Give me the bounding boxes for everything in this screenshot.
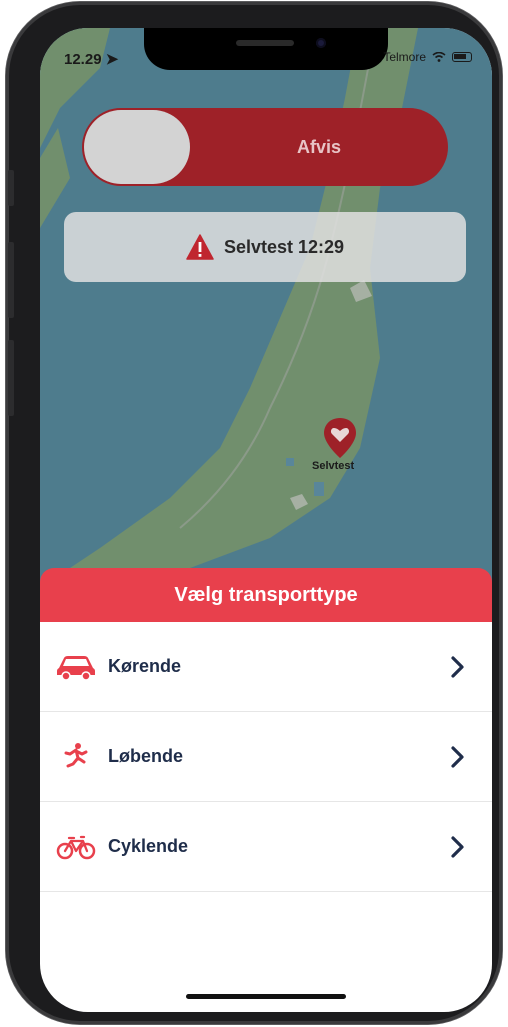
phone-frame: Selvtest 12.29 ➤ Telmore Afvis Selvtest … <box>6 2 502 1024</box>
speaker <box>236 40 294 46</box>
alert-banner: Selvtest 12:29 <box>64 212 466 282</box>
chevron-right-icon <box>451 656 464 678</box>
dismiss-slider[interactable]: Afvis <box>82 108 448 186</box>
bicycle-icon <box>56 835 96 860</box>
wifi-icon <box>432 52 446 62</box>
sheet-title: Vælg transporttype <box>174 583 358 606</box>
status-right: Telmore <box>383 50 472 64</box>
slider-knob[interactable] <box>84 110 190 184</box>
chevron-right-icon <box>451 836 464 858</box>
carrier-label: Telmore <box>383 50 426 64</box>
volume-up-button <box>8 242 14 318</box>
mute-switch <box>8 170 14 206</box>
option-running-label: Løbende <box>108 746 183 766</box>
dismiss-label: Afvis <box>296 137 341 157</box>
transport-sheet-header: Vælg transporttype <box>40 568 492 622</box>
transport-options: Kørende Løbende Cyklende <box>40 622 492 892</box>
volume-down-button <box>8 340 14 416</box>
notch <box>144 28 388 70</box>
option-driving-label: Kørende <box>108 656 182 676</box>
status-time: 12.29 ➤ <box>64 51 119 68</box>
battery-icon <box>452 52 472 62</box>
screen: Selvtest 12.29 ➤ Telmore Afvis Selvtest … <box>40 28 492 1012</box>
warning-triangle-icon <box>186 234 214 260</box>
camera-icon <box>316 38 326 48</box>
car-icon <box>57 656 95 681</box>
location-arrow-icon: ➤ <box>105 51 119 68</box>
home-indicator[interactable] <box>186 994 346 999</box>
runner-icon <box>64 743 88 768</box>
option-cycling[interactable]: Cyklende <box>40 802 492 892</box>
option-cycling-label: Cyklende <box>108 836 189 856</box>
option-running[interactable]: Løbende <box>40 712 492 802</box>
option-driving[interactable]: Kørende <box>40 622 492 712</box>
heart-pin-icon[interactable] <box>322 416 358 460</box>
map-pin-label: Selvtest <box>312 460 355 472</box>
chevron-right-icon <box>451 746 464 768</box>
alert-text: Selvtest 12:29 <box>223 236 345 257</box>
